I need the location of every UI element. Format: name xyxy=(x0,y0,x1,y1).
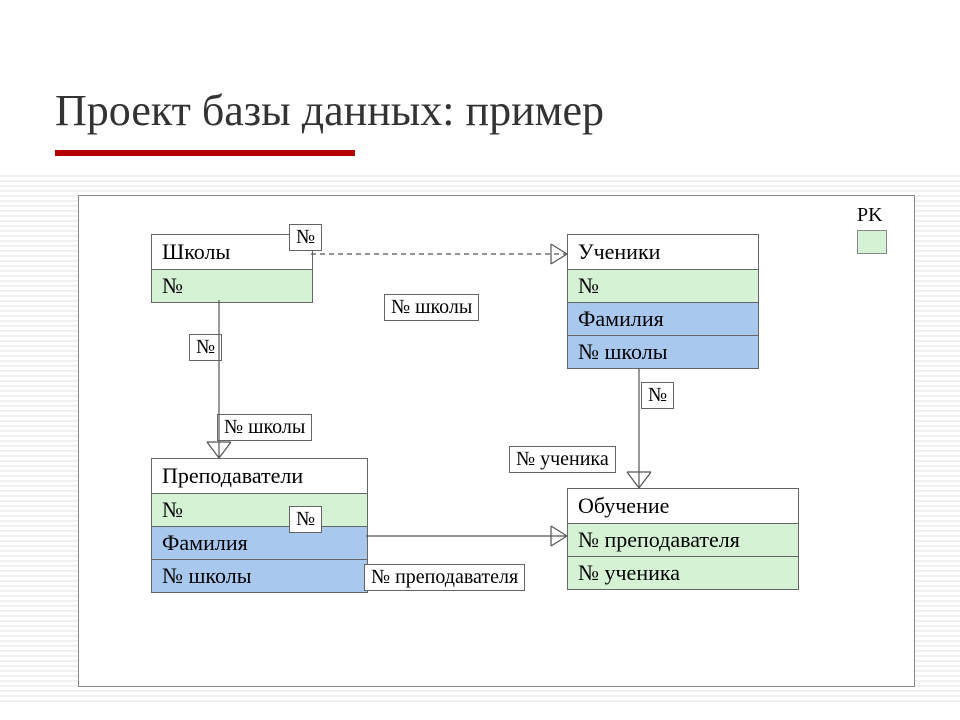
diagram-canvas: PK Школы № Ученики № Фамилия № школы Пре… xyxy=(78,195,915,687)
legend-pk-label: PK xyxy=(857,204,883,227)
field-student-no: № ученика xyxy=(568,557,798,589)
rel-label: № школы xyxy=(384,294,479,321)
rel-label: № преподавателя xyxy=(364,564,525,591)
rel-label: № ученика xyxy=(509,446,616,473)
rel-label: № xyxy=(641,382,674,409)
field-school-no: № школы xyxy=(568,336,758,368)
field-no: № xyxy=(152,494,367,527)
table-enrollment: Обучение № преподавателя № ученика xyxy=(567,488,799,590)
rel-label: № xyxy=(189,334,222,361)
table-students: Ученики № Фамилия № школы xyxy=(567,234,759,369)
table-title: Ученики xyxy=(568,235,758,270)
rel-label: № xyxy=(289,506,322,533)
field-teacher-no: № преподавателя xyxy=(568,524,798,557)
rel-label: № xyxy=(289,224,322,251)
table-teachers: Преподаватели № Фамилия № школы xyxy=(151,458,368,593)
legend-pk-swatch xyxy=(857,230,887,254)
title-underline xyxy=(55,150,355,156)
field-surname: Фамилия xyxy=(568,303,758,336)
table-title: Обучение xyxy=(568,489,798,524)
table-title: Школы xyxy=(152,235,312,270)
page-title: Проект базы данных: пример xyxy=(55,85,604,136)
rel-label: № школы xyxy=(217,414,312,441)
field-surname: Фамилия xyxy=(152,527,367,560)
field-no: № xyxy=(568,270,758,303)
field-school-no: № школы xyxy=(152,560,367,592)
table-title: Преподаватели xyxy=(152,459,367,494)
field-no: № xyxy=(152,270,312,302)
